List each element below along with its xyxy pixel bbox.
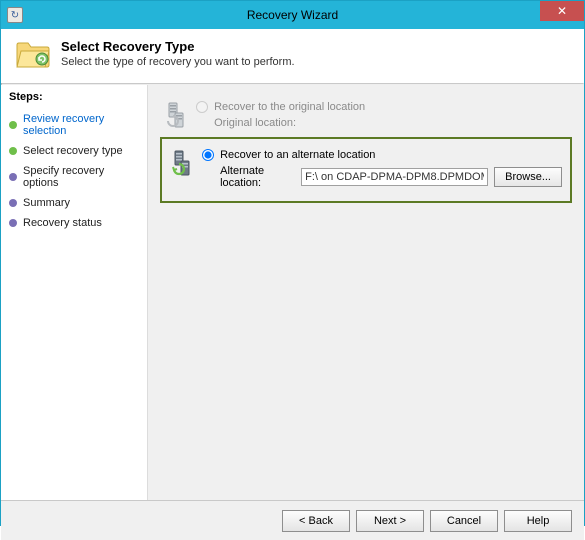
step-label: Select recovery type — [23, 145, 123, 157]
alternate-location-label: Alternate location: — [220, 165, 295, 189]
step-bullet-icon — [9, 219, 17, 227]
wizard-footer: < Back Next > Cancel Help — [1, 500, 584, 540]
step-bullet-icon — [9, 173, 17, 181]
server-original-icon — [164, 101, 188, 129]
steps-sidebar: Steps: Review recovery selection Select … — [1, 85, 148, 500]
step-select-recovery-type[interactable]: Select recovery type — [9, 141, 139, 161]
option-alternate-label: Recover to an alternate location — [220, 149, 375, 161]
step-label: Summary — [23, 197, 70, 209]
step-bullet-icon — [9, 147, 17, 155]
next-button[interactable]: Next > — [356, 510, 424, 532]
help-button[interactable]: Help — [504, 510, 572, 532]
wizard-body: Steps: Review recovery selection Select … — [1, 85, 584, 500]
alternate-location-input[interactable] — [301, 168, 488, 186]
step-label: Specify recovery options — [23, 165, 139, 189]
window-title: Recovery Wizard — [1, 8, 584, 22]
close-button[interactable]: ✕ — [540, 1, 584, 21]
recovery-folder-icon — [15, 39, 51, 69]
step-bullet-icon — [9, 121, 17, 129]
cancel-button[interactable]: Cancel — [430, 510, 498, 532]
server-alternate-icon — [170, 149, 194, 177]
option-original-label: Recover to the original location — [214, 101, 365, 113]
steps-list: Review recovery selection Select recover… — [9, 109, 139, 233]
wizard-header: Select Recovery Type Select the type of … — [1, 29, 584, 83]
step-review-recovery-selection[interactable]: Review recovery selection — [9, 109, 139, 141]
option-original-location: Recover to the original location Origina… — [160, 95, 572, 135]
option-alternate-highlight: Recover to an alternate location Alterna… — [160, 137, 572, 203]
page-title: Select Recovery Type — [61, 39, 295, 54]
radio-alternate-location[interactable] — [202, 149, 214, 161]
titlebar: ↻ Recovery Wizard ✕ — [1, 1, 584, 29]
step-label: Recovery status — [23, 217, 102, 229]
step-bullet-icon — [9, 199, 17, 207]
options-panel: Recover to the original location Origina… — [148, 85, 584, 500]
step-label: Review recovery selection — [23, 113, 139, 137]
back-button[interactable]: < Back — [282, 510, 350, 532]
radio-original-location — [196, 101, 208, 113]
step-recovery-status[interactable]: Recovery status — [9, 213, 139, 233]
browse-button[interactable]: Browse... — [494, 167, 562, 187]
option-alternate-location: Recover to an alternate location Alterna… — [166, 143, 566, 195]
original-location-label: Original location: — [214, 117, 296, 129]
page-subtitle: Select the type of recovery you want to … — [61, 56, 295, 68]
step-summary[interactable]: Summary — [9, 193, 139, 213]
steps-heading: Steps: — [9, 91, 139, 103]
step-specify-recovery-options[interactable]: Specify recovery options — [9, 161, 139, 193]
